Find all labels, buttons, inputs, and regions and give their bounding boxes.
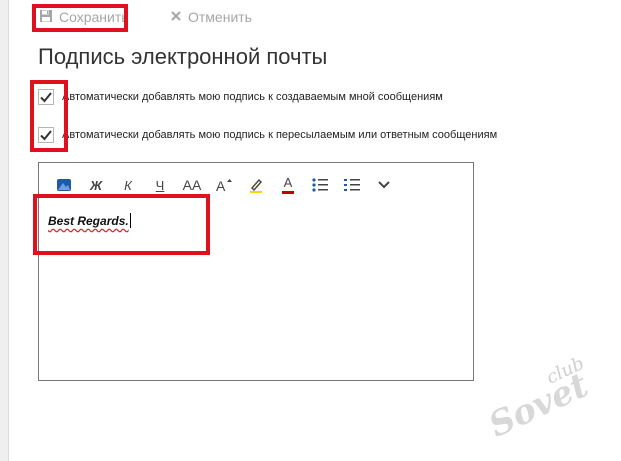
bold-button[interactable]: Ж bbox=[80, 173, 112, 197]
underline-label: Ч bbox=[155, 177, 165, 193]
grow-font-button[interactable]: A bbox=[208, 173, 240, 197]
bulleted-list-icon bbox=[312, 178, 328, 192]
page-title: Подпись электронной почты bbox=[38, 44, 328, 69]
font-size-button[interactable]: AA bbox=[176, 173, 208, 197]
cancel-button[interactable]: Отменить bbox=[170, 5, 252, 29]
watermark-logo: club Sovet bbox=[488, 356, 595, 436]
signature-text-content: Best Regards. bbox=[48, 214, 129, 228]
font-color-label: A bbox=[283, 174, 293, 190]
floppy-disk-icon bbox=[39, 9, 53, 26]
left-pane-edge bbox=[0, 0, 9, 461]
save-button[interactable]: Сохранить bbox=[33, 5, 129, 29]
highlighter-icon bbox=[250, 178, 262, 193]
numbering-button[interactable] bbox=[336, 173, 368, 197]
svg-text:A: A bbox=[216, 178, 226, 193]
signature-editor[interactable]: Ж К Ч AA A A Best Regards. bbox=[38, 162, 474, 381]
auto-reply-label: Автоматически добавлять мою подпись к пе… bbox=[62, 129, 498, 141]
underline-button[interactable]: Ч bbox=[144, 173, 176, 197]
bullets-button[interactable] bbox=[304, 173, 336, 197]
insert-image-button[interactable] bbox=[48, 173, 80, 197]
text-caret bbox=[129, 213, 131, 228]
format-toolbar: Ж К Ч AA A A bbox=[48, 173, 400, 197]
font-color-button[interactable]: A bbox=[272, 173, 304, 197]
auto-new-label: Автоматически добавлять мою подпись к со… bbox=[62, 91, 443, 103]
option-auto-signature-reply: Автоматически добавлять мою подпись к пе… bbox=[38, 127, 497, 143]
bold-label: Ж bbox=[89, 177, 103, 193]
image-icon bbox=[57, 179, 71, 191]
chevron-down-icon bbox=[378, 181, 390, 189]
font-color-swatch bbox=[282, 190, 294, 194]
option-auto-signature-new: Автоматически добавлять мою подпись к со… bbox=[38, 89, 443, 105]
save-label: Сохранить bbox=[59, 9, 129, 25]
italic-label: К bbox=[124, 177, 132, 193]
italic-button[interactable]: К bbox=[112, 173, 144, 197]
close-icon bbox=[170, 9, 182, 25]
cancel-label: Отменить bbox=[188, 9, 252, 25]
signature-text[interactable]: Best Regards. bbox=[48, 213, 131, 228]
checkmark-icon bbox=[40, 92, 52, 103]
checkmark-icon bbox=[40, 130, 52, 141]
numbered-list-icon bbox=[344, 179, 360, 191]
font-size-label: AA bbox=[182, 177, 202, 193]
auto-new-checkbox[interactable] bbox=[38, 89, 54, 105]
highlight-button[interactable] bbox=[240, 173, 272, 197]
svg-text:Sovet: Sovet bbox=[488, 365, 595, 436]
more-options-button[interactable] bbox=[368, 173, 400, 197]
grow-font-icon: A bbox=[216, 178, 232, 193]
auto-reply-checkbox[interactable] bbox=[38, 127, 54, 143]
